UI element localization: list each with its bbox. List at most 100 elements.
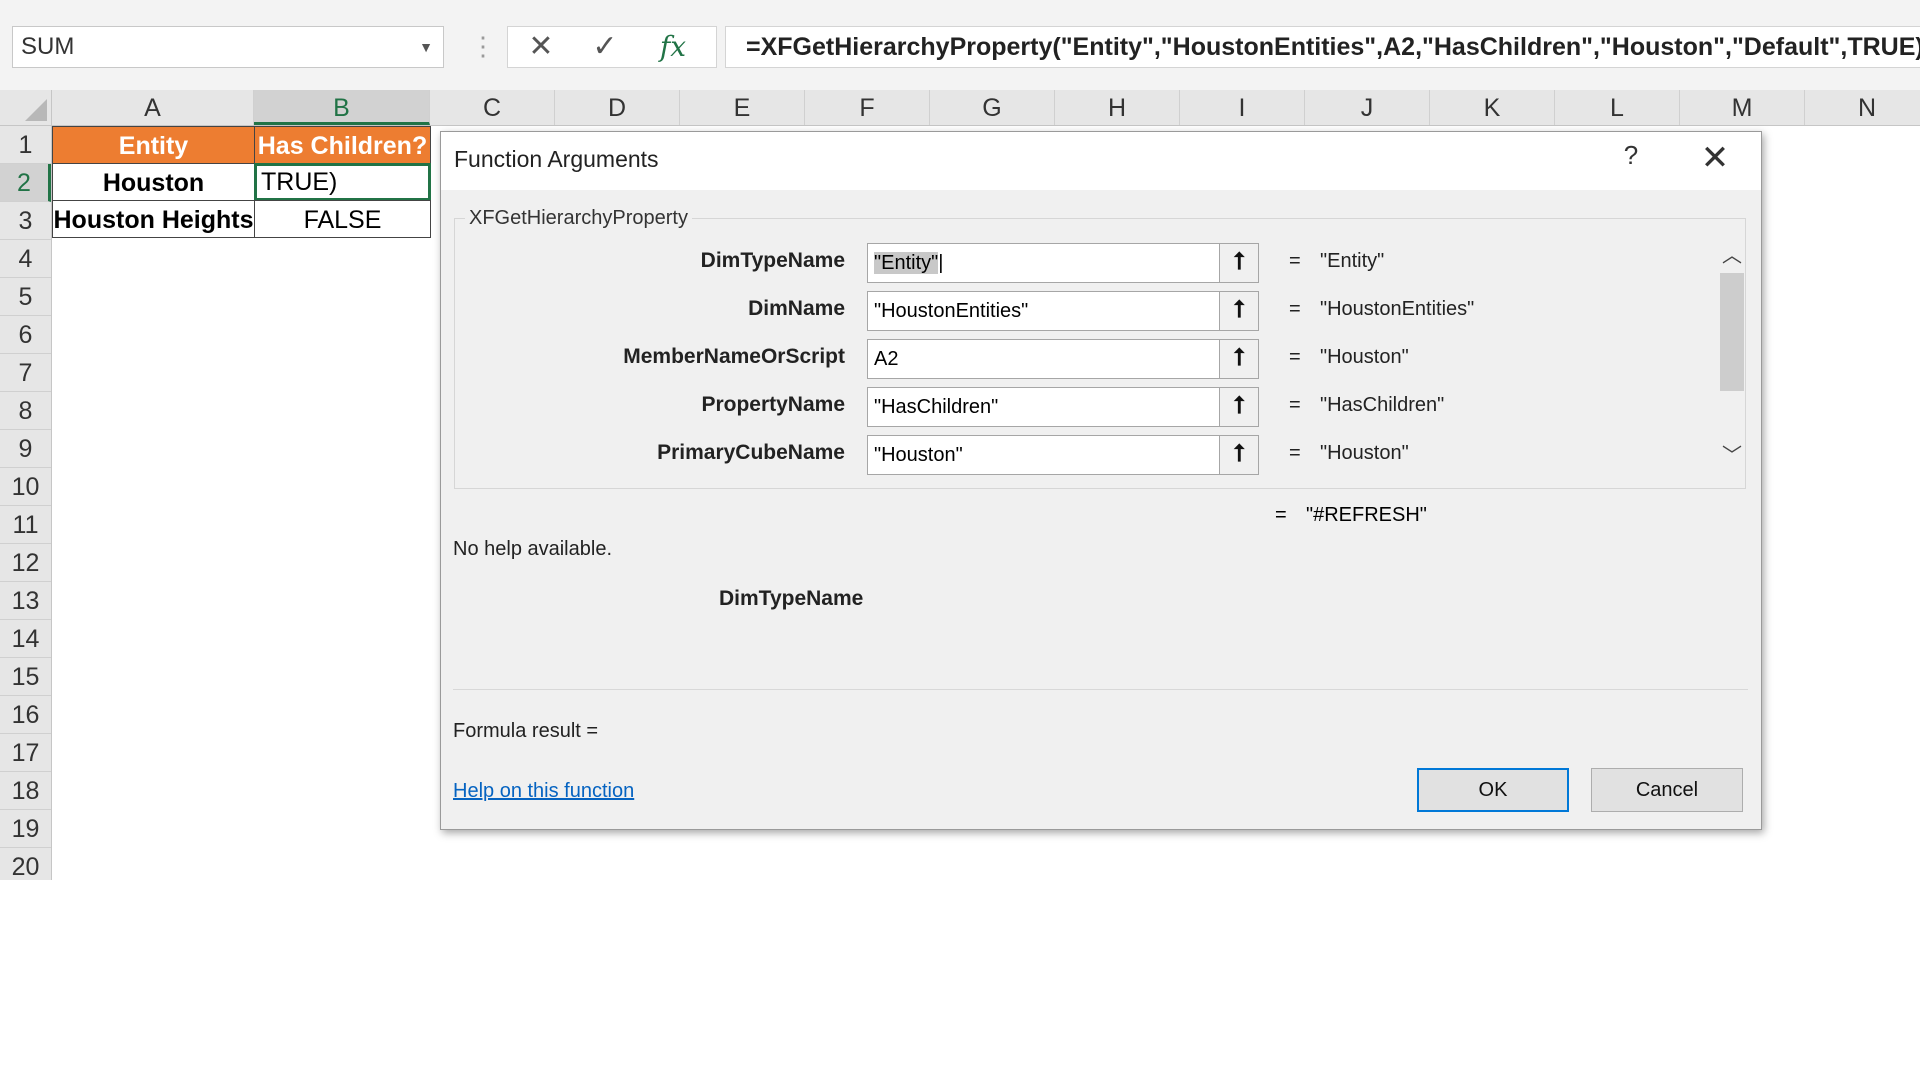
argument-label: DimTypeName [700,249,845,272]
chevron-up-icon[interactable]: ︿ [1717,239,1747,268]
argument-row: MemberNameOrScript A2 ⭡ = "Houston" [455,339,1745,381]
function-name-label: XFGetHierarchyProperty [465,207,692,230]
propertyname-input[interactable]: "HasChildren" [867,387,1221,427]
formula-buttons: ✕ ✓ fx [507,26,717,68]
insert-function-icon[interactable]: fx [648,27,698,67]
row-header[interactable]: 2 [0,164,51,202]
dimname-input[interactable]: "HoustonEntities" [867,291,1221,331]
row-header[interactable]: 8 [0,392,51,430]
formula-input[interactable]: =XFGetHierarchyProperty("Entity","Housto… [725,26,1920,68]
column-header-i[interactable]: I [1180,90,1305,125]
collapse-dialog-icon[interactable]: ⭡ [1219,435,1259,475]
row-header[interactable]: 12 [0,544,51,582]
row-header[interactable]: 6 [0,316,51,354]
help-icon[interactable]: ? [1611,140,1651,171]
row-header[interactable]: 3 [0,202,51,240]
equals-sign: = [1289,298,1301,320]
check-icon[interactable]: ✓ [580,27,630,67]
chevron-down-icon[interactable]: ﹀ [1717,439,1747,468]
row-header[interactable]: 7 [0,354,51,392]
row-header[interactable]: 19 [0,810,51,848]
row-header[interactable]: 14 [0,620,51,658]
divider [453,689,1748,690]
row-header[interactable]: 16 [0,696,51,734]
column-header-c[interactable]: C [430,90,555,125]
function-description: No help available. [453,538,612,560]
column-header-n[interactable]: N [1805,90,1920,125]
formula-result-label: Formula result = [453,720,599,742]
row-header[interactable]: 10 [0,468,51,506]
argument-result: "Houston" [1320,442,1409,464]
collapse-dialog-icon[interactable]: ⭡ [1219,243,1259,283]
row-header[interactable]: 17 [0,734,51,772]
argument-label: PrimaryCubeName [657,441,845,464]
close-icon[interactable]: ✕ [1693,138,1737,178]
column-header-m[interactable]: M [1680,90,1805,125]
column-header-h[interactable]: H [1055,90,1180,125]
column-header-d[interactable]: D [555,90,680,125]
cell-a1[interactable]: Entity [52,126,255,164]
column-header-f[interactable]: F [805,90,930,125]
row-header[interactable]: 18 [0,772,51,810]
equals-sign: = [1289,346,1301,368]
row-header[interactable]: 11 [0,506,51,544]
ok-button[interactable]: OK [1417,768,1569,812]
function-arguments-dialog: Function Arguments ? ✕ DimTypeName "Enti… [440,131,1762,830]
column-header-g[interactable]: G [930,90,1055,125]
cell-a2[interactable]: Houston [52,163,255,201]
argument-result: "HasChildren" [1320,394,1445,416]
select-all-button[interactable] [0,90,52,126]
row-header[interactable]: 1 [0,126,51,164]
row-headers: 1 2 3 4 5 6 7 8 9 10 11 12 13 14 15 16 1… [0,126,52,880]
chevron-down-icon[interactable]: ▼ [419,27,433,67]
row-header[interactable]: 13 [0,582,51,620]
column-header-e[interactable]: E [680,90,805,125]
column-header-a[interactable]: A [52,90,254,125]
argument-row: DimTypeName "Entity"| ⭡ = "Entity" [455,243,1745,285]
current-argument-name: DimTypeName [719,587,864,610]
argument-label: DimName [748,297,845,320]
cell-a3[interactable]: Houston Heights [52,200,255,238]
help-on-function-link[interactable]: Help on this function [453,780,634,803]
membernameorscript-input[interactable]: A2 [867,339,1221,379]
dialog-title: Function Arguments [454,146,659,172]
equals-sign: = [1289,394,1301,416]
argument-row: DimName "HoustonEntities" ⭡ = "HoustonEn… [455,291,1745,333]
cancel-icon[interactable]: ✕ [516,27,566,67]
row-header[interactable]: 15 [0,658,51,696]
column-headers: A B C D E F G H I J K L M N [52,90,1920,126]
dimtypename-input[interactable]: "Entity"| [867,243,1221,283]
cancel-button[interactable]: Cancel [1591,768,1743,812]
cell-b1[interactable]: Has Children? [254,126,431,164]
row-header[interactable]: 9 [0,430,51,468]
drag-handle-icon[interactable]: ⋮ [470,28,496,64]
argument-result: "Houston" [1320,346,1409,368]
column-header-k[interactable]: K [1430,90,1555,125]
column-header-l[interactable]: L [1555,90,1680,125]
arguments-group: DimTypeName "Entity"| ⭡ = "Entity" DimNa… [454,218,1746,489]
collapse-dialog-icon[interactable]: ⭡ [1219,291,1259,331]
argument-value: "Entity" [874,252,939,274]
arguments-scrollbar[interactable]: ︿ ﹀ [1717,239,1747,469]
overall-result: "#REFRESH" [1306,504,1427,526]
column-header-j[interactable]: J [1305,90,1430,125]
row-header[interactable]: 5 [0,278,51,316]
row-header[interactable]: 20 [0,848,51,880]
argument-row: PropertyName "HasChildren" ⭡ = "HasChild… [455,387,1745,429]
collapse-dialog-icon[interactable]: ⭡ [1219,339,1259,379]
cell-b3[interactable]: FALSE [254,200,431,238]
primarycubename-input[interactable]: "Houston" [867,435,1221,475]
scrollbar-thumb[interactable] [1720,273,1744,391]
argument-label: PropertyName [701,393,845,416]
cell-b2-active[interactable]: TRUE) [254,163,431,201]
dialog-titlebar[interactable]: Function Arguments ? ✕ [441,132,1761,190]
collapse-dialog-icon[interactable]: ⭡ [1219,387,1259,427]
argument-label: MemberNameOrScript [623,345,845,368]
name-box-value: SUM [21,33,75,60]
name-box[interactable]: SUM ▼ [12,26,444,68]
column-header-b[interactable]: B [254,90,430,125]
row-header[interactable]: 4 [0,240,51,278]
equals-sign: = [1289,250,1301,272]
argument-row: PrimaryCubeName "Houston" ⭡ = "Houston" [455,435,1745,477]
argument-result: "HoustonEntities" [1320,298,1475,320]
